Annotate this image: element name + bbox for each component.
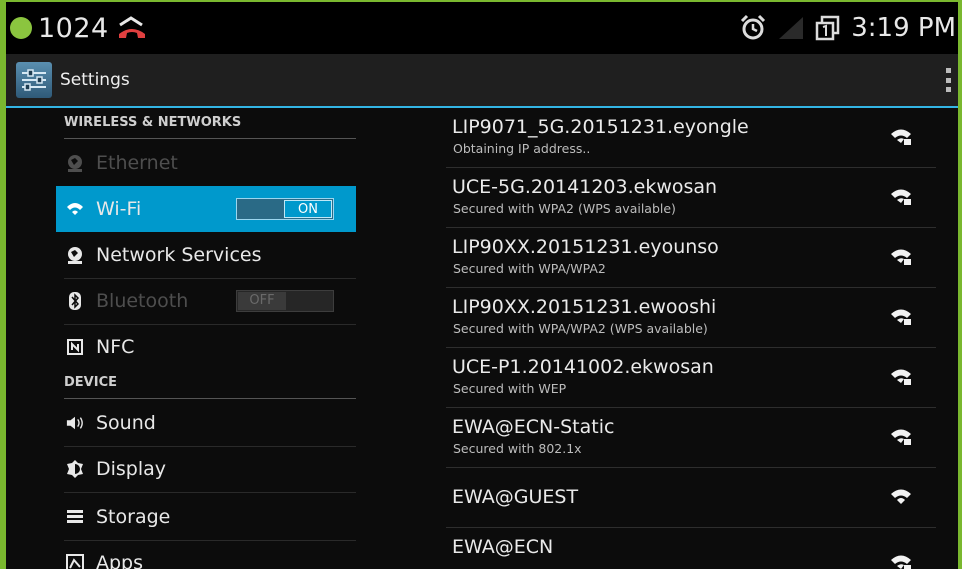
network-ssid: LIP90XX.20151231.eyounso <box>452 236 719 258</box>
network-status: Secured with WPA/WPA2 (WPS available) <box>453 321 708 336</box>
sidebar-item-nfc[interactable]: NFC <box>56 324 356 370</box>
settings-app-icon[interactable] <box>16 62 52 98</box>
globe-icon <box>66 154 84 172</box>
sidebar-item-label: Apps <box>96 552 144 569</box>
action-bar: Settings <box>6 54 958 108</box>
sidebar-item-network-services[interactable]: Network Services <box>56 232 356 278</box>
overflow-menu-icon[interactable] <box>946 68 952 92</box>
sidebar-item-label: Bluetooth <box>96 290 189 312</box>
sidebar-item-label: Storage <box>96 506 171 528</box>
network-status: Secured with WPA2 (WPS available) <box>453 201 676 216</box>
network-ssid: UCE-P1.20141002.ekwosan <box>452 356 714 378</box>
wifi-network-row[interactable]: EWA@GUEST <box>446 468 936 528</box>
network-status: Secured with WPA/WPA2 <box>453 261 606 276</box>
speaker-icon <box>66 414 84 432</box>
wifi-signal-locked-icon <box>891 429 911 445</box>
sidebar-item-label: Network Services <box>96 244 262 266</box>
nfc-icon <box>66 338 84 356</box>
notification-count: 1024 <box>38 12 109 44</box>
page-title: Settings <box>60 70 130 90</box>
toggle-state-label: ON <box>284 200 332 218</box>
network-status: Secured with WEP <box>453 381 567 396</box>
brightness-icon <box>66 460 84 478</box>
sidebar-item-label: NFC <box>96 336 135 358</box>
sidebar-item-apps[interactable]: Apps <box>56 540 356 569</box>
status-bar: 1024 3:19 PM <box>6 2 958 54</box>
wifi-signal-locked-icon <box>891 555 911 569</box>
bluetooth-icon <box>66 292 84 310</box>
section-header-wireless: WIRELESS & NETWORKS <box>64 112 356 139</box>
network-ssid: LIP9071_5G.20151231.eyongle <box>452 116 749 138</box>
sidebar-item-label: Ethernet <box>96 152 178 174</box>
wifi-network-row[interactable]: EWA@ECN-Static Secured with 802.1x <box>446 408 936 468</box>
missed-call-icon <box>118 16 145 38</box>
wifi-network-row[interactable]: UCE-P1.20141002.ekwosan Secured with WEP <box>446 348 936 408</box>
wifi-signal-locked-icon <box>891 189 911 205</box>
network-status: Secured with 802.1x <box>453 441 582 456</box>
network-ssid: EWA@ECN-Static <box>452 416 615 438</box>
wifi-icon <box>66 200 84 218</box>
wifi-signal-locked-icon <box>891 369 911 385</box>
sidebar-item-wifi[interactable]: Wi-Fi ON <box>56 186 356 232</box>
sidebar-item-sound[interactable]: Sound <box>56 400 356 446</box>
screenshot-icon <box>815 15 840 41</box>
wifi-network-row[interactable]: LIP90XX.20151231.eyounso Secured with WP… <box>446 228 936 288</box>
sidebar-item-storage[interactable]: Storage <box>56 494 356 540</box>
wifi-network-list: LIP9071_5G.20151231.eyongle Obtaining IP… <box>446 108 936 569</box>
divider <box>64 492 356 493</box>
wifi-signal-open-icon <box>891 489 911 504</box>
wifi-signal-locked-icon <box>891 129 911 145</box>
network-ssid: LIP90XX.20151231.ewooshi <box>452 296 717 318</box>
sliders-icon <box>22 69 46 91</box>
wifi-network-row[interactable]: EWA@ECN <box>446 528 936 569</box>
section-header-device: DEVICE <box>64 372 356 399</box>
sidebar-item-bluetooth[interactable]: Bluetooth OFF <box>56 278 356 324</box>
clock: 3:19 PM <box>851 13 956 43</box>
wifi-network-row[interactable]: UCE-5G.20141203.ekwosan Secured with WPA… <box>446 168 936 228</box>
network-ssid: EWA@ECN <box>452 536 554 558</box>
wifi-network-row[interactable]: LIP9071_5G.20151231.eyongle Obtaining IP… <box>446 108 936 168</box>
alarm-icon <box>741 14 766 40</box>
network-ssid: EWA@GUEST <box>452 486 579 508</box>
storage-icon <box>66 508 84 526</box>
wifi-toggle[interactable]: ON <box>236 198 334 220</box>
notification-dot-icon <box>10 17 32 39</box>
apps-icon <box>66 554 84 569</box>
toggle-state-label: OFF <box>238 292 286 310</box>
network-status: Obtaining IP address.. <box>453 141 591 156</box>
wifi-signal-locked-icon <box>891 309 911 325</box>
sidebar-item-display[interactable]: Display <box>56 446 356 492</box>
signal-strength-icon <box>779 17 804 39</box>
sidebar-item-label: Sound <box>96 412 156 434</box>
device-screen: 1024 3:19 PM Settings WIRELESS & NETWORK… <box>0 0 962 569</box>
bluetooth-toggle[interactable]: OFF <box>236 290 334 312</box>
sidebar-item-ethernet[interactable]: Ethernet <box>56 140 356 186</box>
globe-icon <box>66 246 84 264</box>
wifi-network-row[interactable]: LIP90XX.20151231.ewooshi Secured with WP… <box>446 288 936 348</box>
sidebar-item-label: Wi-Fi <box>96 198 142 220</box>
network-ssid: UCE-5G.20141203.ekwosan <box>452 176 718 198</box>
settings-sidebar: WIRELESS & NETWORKS Ethernet Wi-Fi ON Ne… <box>56 108 356 569</box>
wifi-signal-locked-icon <box>891 249 911 265</box>
sidebar-item-label: Display <box>96 458 167 480</box>
